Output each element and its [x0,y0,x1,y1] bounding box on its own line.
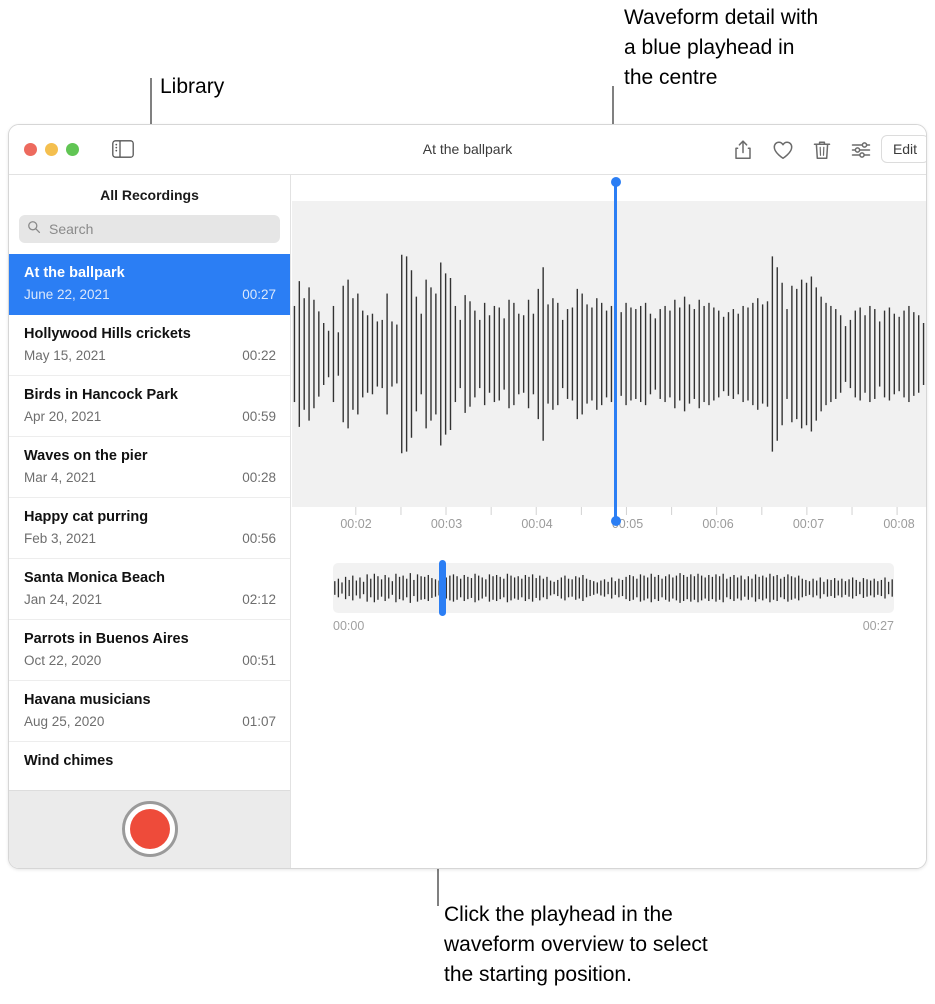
overview-end-time: 00:27 [862,619,894,633]
recording-meta: Jan 24, 2021 02:12 [24,591,276,609]
share-icon[interactable] [731,138,755,162]
recording-meta: Aug 25, 2020 01:07 [24,713,276,731]
recording-name: Wind chimes [24,753,114,769]
detail-playhead[interactable] [610,177,621,526]
recording-row[interactable]: Hollywood Hills crickets May 15, 2021 00:2… [9,315,290,376]
current-time-display: 00:05.04 [292,868,926,869]
recording-row[interactable]: Waves on the pier Mar 4, 2021 00:28 [9,437,290,498]
record-button-inner [129,809,170,849]
recording-date: Aug 25, 2020 [24,714,105,729]
recording-date: June 22, 2021 [24,287,110,302]
voice-memos-window: At the ballpark Edit All Recordings Sear… [8,124,927,869]
recording-row[interactable]: Havana musicians Aug 25, 2020 01:07 [9,681,290,742]
search-field[interactable] [19,215,280,243]
recording-name: Parrots in Buenos Aires [24,631,189,647]
recording-duration: 01:07 [242,714,276,729]
ruler-tick-label: 00:04 [521,517,553,531]
recording-meta: Mar 4, 2021 00:28 [24,469,276,487]
recording-duration: 00:27 [242,287,276,302]
ruler-tick-label: 00:07 [792,517,825,531]
recording-name: Birds in Hancock Park [24,387,178,403]
recording-meta: Feb 3, 2021 00:56 [24,530,276,548]
record-button[interactable] [121,801,178,857]
recording-meta: June 22, 2021 00:27 [24,286,276,304]
recording-duration: 00:22 [242,348,276,363]
ruler-labels: 00:02 00:03 00:04 00:05 00:06 00:07 00:08 [292,517,926,539]
overview-playhead[interactable] [439,560,446,616]
annotation-playhead-hint: Click the playhead in the waveform overv… [444,903,708,986]
recording-date: Apr 20, 2021 [24,409,102,424]
search-icon [27,220,41,239]
overview-start-time: 00:00 [333,619,365,633]
recording-meta: May 15, 2021 00:22 [24,347,276,365]
recording-duration: 00:51 [242,653,276,668]
recording-row[interactable]: Wind chimes [9,742,290,770]
recording-name: Happy cat purring [24,509,149,525]
recording-duration: 00:28 [242,470,276,485]
recording-date: Oct 22, 2020 [24,653,102,668]
recording-name: Havana musicians [24,692,151,708]
playhead-knob-bottom[interactable] [610,516,621,526]
search-input[interactable] [47,220,272,238]
recording-duration: 00:59 [242,409,276,424]
recording-duration: 02:12 [242,592,276,607]
toolbar: At the ballpark Edit [9,125,926,175]
ruler-tick-label: 00:08 [883,517,915,531]
recording-duration: 00:56 [242,531,276,546]
annotation-library: Library [160,75,225,98]
recording-date: Feb 3, 2021 [24,531,97,546]
recording-meta: Apr 20, 2021 00:59 [24,408,276,426]
ruler-tick-label: 00:02 [340,517,372,531]
waveform-detail-bars [293,254,925,454]
annotation-waveform-detail: Waveform detail with a blue playhead in … [624,6,819,89]
recording-name: Santa Monica Beach [24,570,166,586]
recordings-list: At the ballpark June 22, 2021 00:27 Hollywo… [9,254,290,770]
waveform-detail[interactable] [292,201,926,507]
equalizer-icon[interactable] [849,138,873,162]
ruler-tick-label: 00:03 [430,517,463,531]
recording-row[interactable]: Birds in Hancock Park Apr 20, 2021 00:59 [9,376,290,437]
recording-meta: Oct 22, 2020 00:51 [24,652,276,670]
sidebar-title: All Recordings [100,187,199,203]
recording-row[interactable]: Happy cat purring Feb 3, 2021 00:56 [9,498,290,559]
recording-date: May 15, 2021 [24,348,106,363]
time-ruler: 00:02 00:03 00:04 00:05 00:06 00:07 00:08 [292,507,926,541]
trash-icon[interactable] [810,138,834,162]
waveform-overview[interactable] [333,560,894,616]
waveform-overview-bars [334,573,893,603]
recording-row[interactable]: Santa Monica Beach Jan 24, 2021 02:12 [9,559,290,620]
playhead-knob-top[interactable] [610,177,621,187]
edit-button[interactable]: Edit [881,135,926,163]
detail-pane: 00:02 00:03 00:04 00:05 00:06 00:07 00:08 00:0… [292,175,926,868]
recording-date: Jan 24, 2021 [24,592,103,607]
record-bar [9,790,290,868]
heart-icon[interactable] [771,138,795,162]
recording-date: Mar 4, 2021 [24,470,97,485]
recording-row[interactable]: Parrots in Buenos Aires Oct 22, 2020 00:51 [9,620,290,681]
recording-name: Hollywood Hills crickets [24,326,191,342]
sidebar: All Recordings At the ballpark June 22, 2… [9,175,291,868]
recording-row[interactable]: At the ballpark June 22, 2021 00:27 [9,254,290,315]
recording-name: At the ballpark [24,265,125,281]
ruler-tick-label: 00:06 [702,517,734,531]
recording-name: Waves on the pier [24,448,148,464]
